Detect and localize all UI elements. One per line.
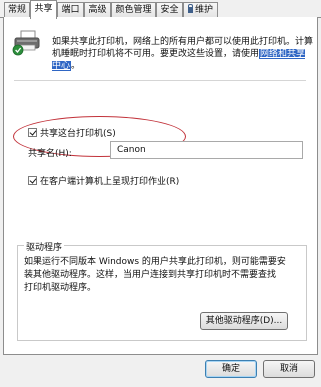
share-name-field[interactable]: Canon xyxy=(110,141,303,159)
render-on-client-checkbox-label: 在客户端计算机上呈现打印作业(R) xyxy=(40,177,180,187)
tab-ports-label: 端口 xyxy=(61,5,80,15)
tab-bar: 常规 共享 端口 高级 颜色管理 安全 维护 xyxy=(0,0,321,19)
tab-color-management-label: 颜色管理 xyxy=(115,5,152,15)
tab-maintenance[interactable]: 维护 xyxy=(183,2,218,18)
drivers-group-title: 驱动程序 xyxy=(24,240,65,253)
tab-sharing-label: 共享 xyxy=(34,4,53,14)
shared-printer-icon xyxy=(12,30,40,56)
tab-security[interactable]: 安全 xyxy=(156,2,183,18)
tab-general-label: 常规 xyxy=(7,5,26,15)
tab-maintenance-label: 维护 xyxy=(194,5,213,15)
drivers-description: 如果运行不同版本 Windows 的用户共享此打印机，则可能需要安 装其他驱动程… xyxy=(24,256,302,295)
tab-ports[interactable]: 端口 xyxy=(57,2,84,18)
share-printer-checkbox-box[interactable] xyxy=(28,128,37,137)
share-name-label: 共享名(H): xyxy=(28,149,72,159)
share-printer-checkbox[interactable]: 共享这台打印机(S) xyxy=(28,126,116,139)
sharing-info-text: 如果共享此打印机，网络上的所有用户都可以使用此打印机。计算 机睡眠时打印机将不可… xyxy=(52,36,314,72)
sharing-info-line-2: 机睡眠时打印机将不可用。要更改这些设置，请使用网络和共享中心。 xyxy=(52,48,314,72)
drivers-description-line-1: 如果运行不同版本 Windows 的用户共享此打印机，则可能需要安 xyxy=(24,257,286,267)
drivers-description-line-3: 打印机驱动程序。 xyxy=(24,283,97,293)
ok-button[interactable]: 确定 xyxy=(205,360,257,378)
render-on-client-checkbox-box[interactable] xyxy=(28,176,37,185)
lock-icon xyxy=(187,3,194,13)
render-on-client-checkbox[interactable]: 在客户端计算机上呈现打印作业(R) xyxy=(28,174,179,187)
drivers-description-line-2: 装其他驱动程序。这样，当用户连接到共享打印机时不需要查找 xyxy=(24,270,277,280)
tab-advanced[interactable]: 高级 xyxy=(84,2,111,18)
sharing-info-line-2-text: 机睡眠时打印机将不可用。要更改这些设置，请使用 xyxy=(52,49,260,59)
tab-security-label: 安全 xyxy=(160,5,179,15)
tab-color-management[interactable]: 颜色管理 xyxy=(111,2,156,18)
tab-advanced-label: 高级 xyxy=(88,5,107,15)
separator-top xyxy=(14,80,306,81)
cancel-button[interactable]: 取消 xyxy=(263,360,315,378)
tab-sharing[interactable]: 共享 xyxy=(30,0,57,19)
sharing-info-line-2-end: 。 xyxy=(71,61,81,71)
sharing-info-line-1: 如果共享此打印机，网络上的所有用户都可以使用此打印机。计算 xyxy=(52,37,314,47)
additional-drivers-button[interactable]: 其他驱动程序(D)... xyxy=(200,312,288,330)
share-printer-checkbox-label: 共享这台打印机(S) xyxy=(40,129,116,139)
tab-general[interactable]: 常规 xyxy=(4,2,30,18)
